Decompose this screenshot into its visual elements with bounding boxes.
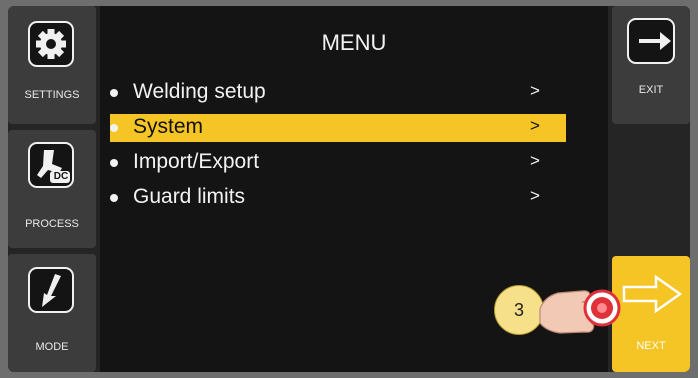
bullet (110, 159, 118, 167)
next-button[interactable]: NEXT (612, 256, 690, 372)
chevron-right-icon: > (530, 151, 540, 170)
bullet (110, 194, 118, 202)
menu-title: MENU (321, 30, 387, 55)
menu-item-system[interactable]: System > (110, 114, 566, 142)
next-label: NEXT (636, 340, 666, 352)
welder-screen: SETTINGS DC PROCESS MODE MENU Welding se… (8, 6, 690, 372)
menu-item-label: System (133, 115, 204, 138)
exit-label: EXIT (638, 84, 664, 96)
menu-item-import-export[interactable]: Import/Export > (110, 149, 566, 177)
chevron-right-icon: > (530, 81, 540, 100)
chevron-right-icon: > (530, 116, 540, 135)
mode-icon (28, 267, 74, 313)
mode-button[interactable]: MODE (8, 254, 96, 372)
torch-icon: DC (28, 142, 74, 188)
mode-label: MODE (35, 341, 69, 353)
process-button[interactable]: DC PROCESS (8, 130, 96, 248)
chevron-right-icon: > (530, 186, 540, 205)
gear-icon (28, 21, 74, 67)
process-label: PROCESS (25, 218, 79, 230)
dc-badge: DC (53, 171, 69, 182)
menu-item-label: Import/Export (133, 150, 260, 173)
menu-item-welding-setup[interactable]: Welding setup > (110, 79, 566, 107)
bullet (110, 89, 118, 97)
pointing-hand-icon (538, 279, 622, 346)
exit-arrow-icon (627, 18, 675, 64)
step-number-badge: 3 (494, 285, 544, 335)
settings-button[interactable]: SETTINGS (8, 6, 96, 124)
menu-item-label: Welding setup (133, 80, 266, 103)
menu-item-label: Guard limits (133, 185, 246, 208)
next-arrow-icon (620, 272, 684, 321)
settings-label: SETTINGS (24, 89, 80, 101)
menu-item-guard-limits[interactable]: Guard limits > (110, 184, 566, 212)
bullet (110, 124, 118, 132)
exit-button[interactable]: EXIT (612, 6, 690, 124)
